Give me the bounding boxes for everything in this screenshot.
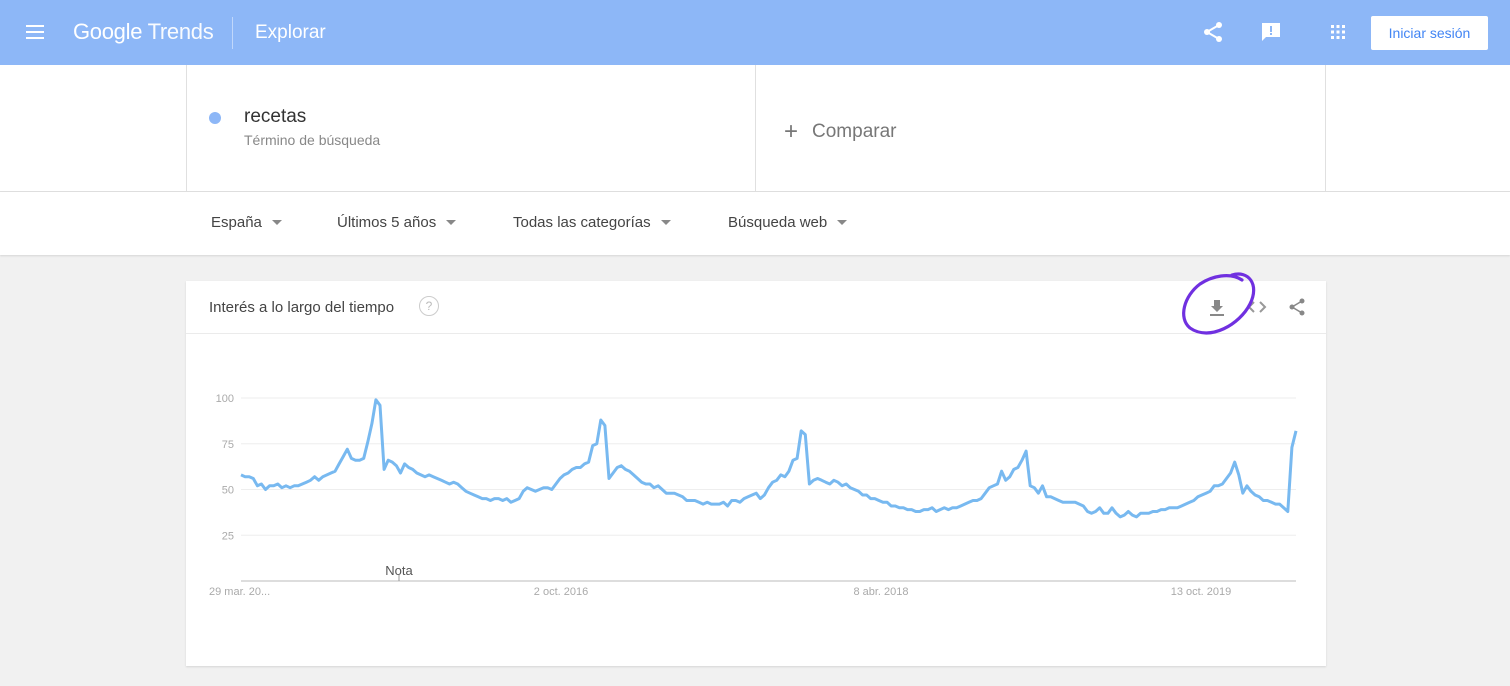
compare-button[interactable]: + Comparar: [784, 118, 897, 146]
search-type-dropdown[interactable]: Búsqueda web: [728, 214, 848, 231]
card-title: Interés a lo largo del tiempo: [209, 299, 395, 316]
card-header: Interés a lo largo del tiempo ?: [186, 281, 1326, 334]
logo-trends: Trends: [147, 19, 214, 44]
google-trends-logo[interactable]: Google Trends: [73, 19, 214, 45]
top-bar: Google Trends Explorar Iniciar sesión: [0, 0, 1510, 65]
filter-bar: España Últimos 5 años Todas las categorí…: [0, 192, 1510, 255]
page-title: Explorar: [255, 22, 326, 43]
region-dropdown[interactable]: España: [211, 214, 282, 231]
region-label: España: [211, 214, 262, 231]
logo-google: Google: [73, 19, 143, 44]
sign-in-button[interactable]: Iniciar sesión: [1371, 16, 1488, 50]
feedback-icon[interactable]: [1259, 20, 1283, 44]
apps-icon[interactable]: [1326, 20, 1350, 44]
category-dropdown[interactable]: Todas las categorías: [513, 214, 671, 231]
divider: [186, 65, 187, 191]
interest-chart: 25 50 75 100 29 mar. 20... 2 oct. 2016 8 abr. …: [209, 393, 1298, 598]
divider: [1325, 65, 1326, 191]
x-tick-label: 13 oct. 2019: [1171, 586, 1232, 598]
y-tick-label: 25: [222, 530, 234, 542]
term-color-dot: [209, 112, 221, 124]
search-terms-panel: [0, 65, 1510, 192]
embed-icon[interactable]: [1246, 296, 1268, 318]
share-icon[interactable]: [1286, 296, 1308, 318]
time-range-dropdown[interactable]: Últimos 5 años: [337, 214, 457, 231]
search-term-type: Término de búsqueda: [244, 132, 381, 148]
x-tick-label: 29 mar. 20...: [209, 586, 270, 598]
note-label: Nota: [385, 563, 413, 578]
y-tick-label: 100: [216, 393, 234, 405]
chevron-down-icon: [446, 220, 457, 225]
x-tick-label: 2 oct. 2016: [534, 586, 588, 598]
search-term-name[interactable]: recetas: [244, 106, 306, 128]
help-icon[interactable]: ?: [419, 296, 439, 316]
search-type-label: Búsqueda web: [728, 214, 828, 231]
plus-icon: +: [784, 118, 799, 145]
series-line: [240, 398, 1298, 519]
chevron-down-icon: [271, 220, 282, 225]
download-icon[interactable]: [1206, 296, 1228, 318]
y-tick-label: 75: [222, 439, 234, 451]
chevron-down-icon: [837, 220, 848, 225]
category-label: Todas las categorías: [513, 214, 651, 231]
chevron-down-icon: [660, 220, 671, 225]
header-divider: [232, 17, 233, 49]
time-range-label: Últimos 5 años: [337, 214, 437, 231]
share-icon[interactable]: [1201, 20, 1225, 44]
menu-icon[interactable]: [26, 25, 44, 39]
divider: [755, 65, 756, 191]
interest-over-time-card: 25 50 75 100 29 mar. 20... 2 oct. 2016 8 abr. …: [186, 281, 1326, 666]
y-tick-label: 50: [222, 485, 234, 497]
compare-label: Comparar: [812, 121, 897, 142]
x-tick-label: 8 abr. 2018: [853, 586, 908, 598]
